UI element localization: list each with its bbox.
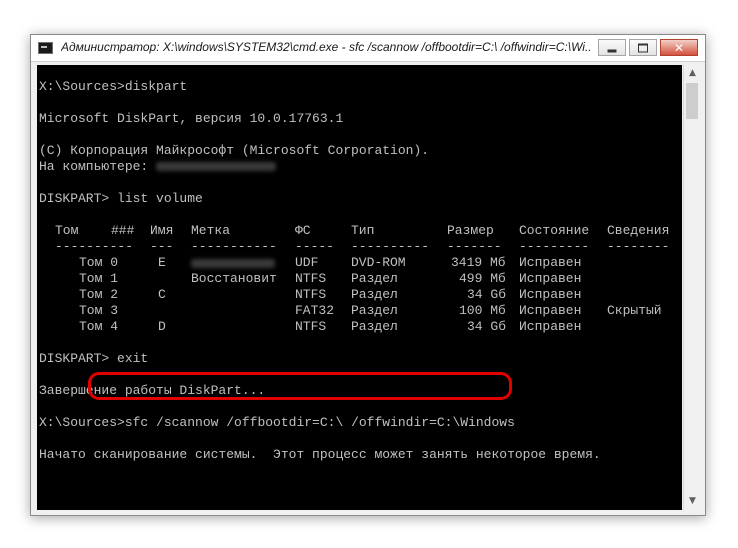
close-button[interactable]: ✕: [660, 39, 698, 56]
volume-state: Исправен: [519, 319, 582, 334]
volume-size: 3419 Мб: [451, 255, 506, 270]
close-icon: ✕: [673, 40, 685, 55]
prompt: X:\Sources>: [39, 415, 125, 430]
table-row: Том 1 Восстановит NTFS Раздел 499 Мб Исп…: [37, 271, 682, 287]
scroll-up-icon[interactable]: ▲: [684, 65, 701, 82]
separator-cell: -------: [447, 239, 502, 254]
volume-type: Раздел: [351, 287, 398, 302]
command-highlight-outline: [88, 372, 512, 400]
computer-name-line: На компьютере:: [39, 159, 277, 175]
volume-fs: FAT32: [295, 303, 335, 318]
volume-state: Исправен: [519, 255, 582, 270]
title-bar[interactable]: Администратор: X:\windows\SYSTEM32\cmd.e…: [31, 35, 705, 62]
volume-state: Исправен: [519, 271, 582, 286]
redacted-volume-label: [191, 259, 275, 268]
volume-letter: E: [158, 255, 166, 270]
volume-table-header: Том ### Имя Метка ФС Тип Размер Состояни…: [37, 223, 682, 239]
separator-cell: -----: [295, 239, 335, 254]
table-row: Том 4 D NTFS Раздел 34 Gб Исправен: [37, 319, 682, 335]
volume-size: 100 Мб: [459, 303, 506, 318]
volume-type: Раздел: [351, 303, 398, 318]
redacted-computer-name: [156, 162, 277, 172]
volume-number: Том 0: [79, 255, 119, 270]
header-cell: Метка: [191, 223, 231, 238]
volume-type: Раздел: [351, 319, 398, 334]
volume-fs: NTFS: [295, 271, 327, 286]
volume-number: Том 2: [79, 287, 119, 302]
computer-name-label: На компьютере:: [39, 159, 157, 174]
volume-table-separator: ---------- --- ----------- ----- -------…: [37, 239, 682, 255]
console-output[interactable]: X:\Sources>diskpart Microsoft DiskPart, …: [37, 65, 682, 510]
volume-number: Том 4: [79, 319, 119, 334]
console-line: X:\Sources>diskpart: [39, 79, 188, 94]
volume-state: Исправен: [519, 303, 582, 318]
separator-cell: ----------: [351, 239, 430, 254]
maximize-button[interactable]: [629, 39, 657, 56]
separator-cell: -----------: [191, 239, 277, 254]
maximize-icon: [638, 43, 648, 52]
separator-cell: --------: [607, 239, 670, 254]
volume-label: Восстановит: [191, 271, 277, 286]
cmd-window: Администратор: X:\windows\SYSTEM32\cmd.e…: [30, 34, 706, 516]
volume-info: Скрытый: [607, 303, 662, 318]
cmd-icon: [38, 42, 53, 54]
scroll-thumb[interactable]: [686, 83, 698, 119]
console-line: Начато сканирование системы. Этот процес…: [39, 447, 601, 462]
volume-fs: NTFS: [295, 319, 327, 334]
volume-fs: UDF: [295, 255, 319, 270]
separator-cell: ---: [150, 239, 174, 254]
volume-type: Раздел: [351, 271, 398, 286]
volume-number: Том 3: [79, 303, 119, 318]
table-row: Том 3 FAT32 Раздел 100 Мб Исправен Скрыт…: [37, 303, 682, 319]
minimize-button[interactable]: [598, 39, 626, 56]
sfc-command: sfc /scannow /offbootdir=C:\ /offwindir=…: [124, 415, 515, 430]
header-cell: Состояние: [519, 223, 590, 238]
volume-size: 34 Gб: [467, 287, 507, 302]
volume-letter: D: [158, 319, 166, 334]
console-line: DISKPART> list volume: [39, 191, 203, 206]
vertical-scrollbar[interactable]: ▲ ▼: [683, 65, 701, 510]
header-cell: Том: [55, 223, 79, 238]
volume-fs: NTFS: [295, 287, 327, 302]
scroll-down-icon[interactable]: ▼: [684, 493, 701, 510]
header-cell: ###: [111, 223, 135, 238]
header-cell: Сведения: [607, 223, 670, 238]
separator-cell: ----------: [55, 239, 134, 254]
header-cell: Имя: [150, 223, 174, 238]
header-cell: ФС: [295, 223, 311, 238]
separator-cell: ---------: [519, 239, 590, 254]
volume-letter: C: [158, 287, 166, 302]
window-title: Администратор: X:\windows\SYSTEM32\cmd.e…: [61, 40, 591, 54]
minimize-icon: [607, 49, 617, 52]
volume-type: DVD-ROM: [351, 255, 406, 270]
console-line: DISKPART> exit: [39, 351, 149, 366]
volume-size: 499 Мб: [459, 271, 506, 286]
volume-size: 34 Gб: [467, 319, 507, 334]
console-line: (C) Корпорация Майкрософт (Microsoft Cor…: [39, 143, 430, 158]
console-line: Microsoft DiskPart, версия 10.0.17763.1: [39, 111, 344, 126]
command-line: X:\Sources>sfc /scannow /offbootdir=C:\ …: [39, 415, 515, 431]
header-cell: Размер: [447, 223, 494, 238]
table-row: Том 0 E UDF DVD-ROM 3419 Мб Исправен: [37, 255, 682, 271]
volume-number: Том 1: [79, 271, 119, 286]
header-cell: Тип: [351, 223, 375, 238]
volume-state: Исправен: [519, 287, 582, 302]
table-row: Том 2 C NTFS 34 Gб Раздел Исправен: [37, 287, 682, 303]
